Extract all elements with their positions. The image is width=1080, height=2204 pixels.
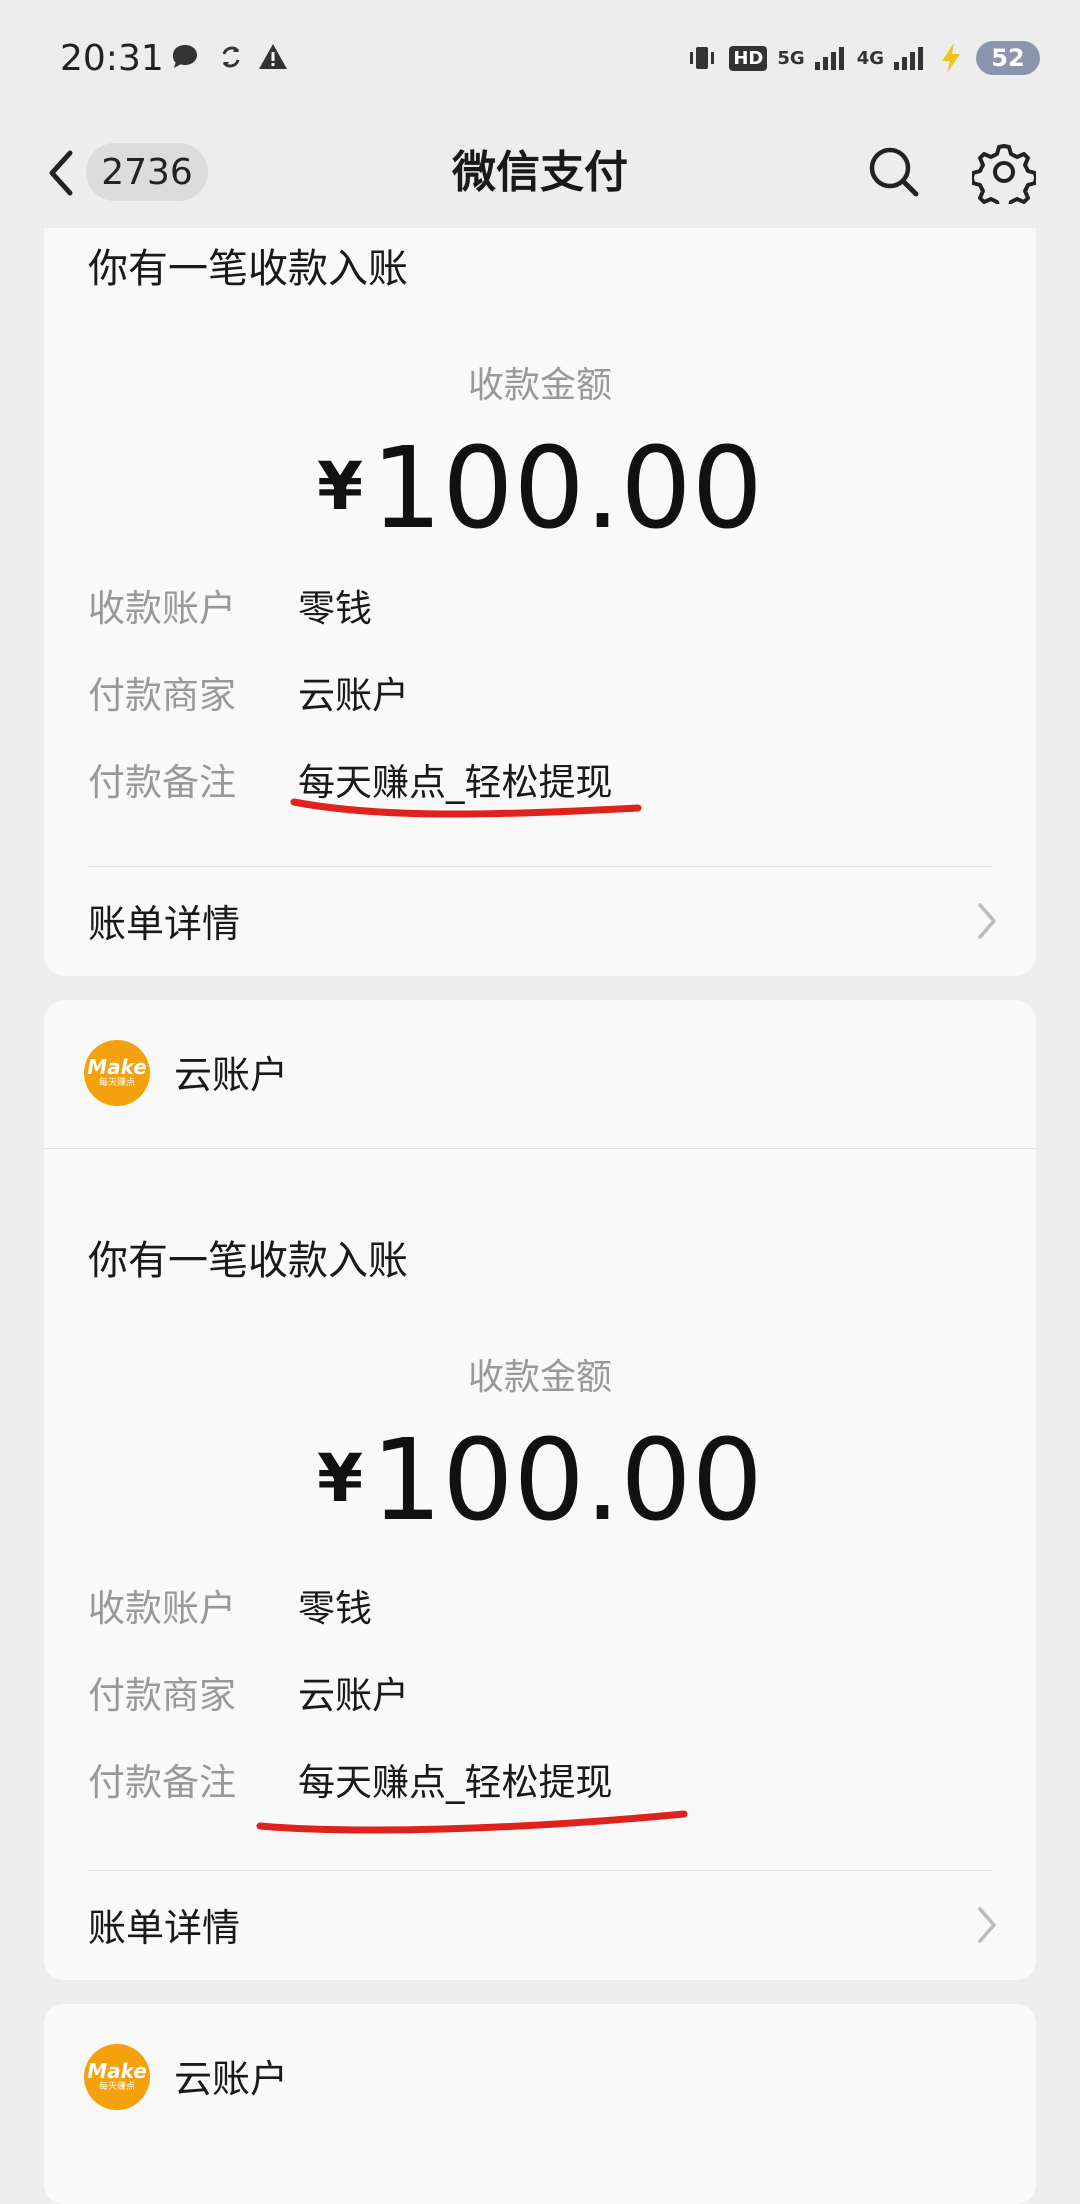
card-title: 你有一笔收款入账 (88, 1238, 408, 1284)
merchant-logo: Make 每天赚点 (84, 1040, 150, 1106)
unread-count-badge[interactable]: 2736 (86, 143, 208, 201)
currency-symbol: ¥ (317, 448, 364, 525)
row-label: 付款备注 (88, 1761, 236, 1804)
nav-bar: 微信支付 2736 (0, 118, 1080, 228)
chevron-right-icon (978, 903, 996, 939)
merchant-logo: Make 每天赚点 (84, 2044, 150, 2110)
network-5g-label: 5G (777, 47, 805, 69)
back-arrow-icon[interactable] (40, 143, 80, 203)
logo-text: Make (87, 1055, 147, 1079)
bill-details-label: 账单详情 (88, 1906, 241, 1950)
merchant-name: 云账户 (174, 1053, 289, 1097)
amount-number: 100.00 (371, 1416, 763, 1546)
charging-bolt-icon (942, 43, 960, 73)
message-bubble-icon (173, 45, 197, 68)
red-underline-annotation (256, 1810, 688, 1834)
row-value: 零钱 (298, 1587, 372, 1630)
signal-bars-icon (814, 47, 844, 70)
row-value: 云账户 (298, 1674, 409, 1717)
row-label: 付款商家 (88, 674, 236, 717)
divider (44, 1148, 1036, 1149)
row-label: 付款商家 (88, 1674, 236, 1717)
row-label: 收款账户 (88, 1587, 236, 1630)
bill-details-label: 账单详情 (88, 902, 241, 946)
payment-card: Make 每天赚点 云账户 你有一笔收款入账 收款金额 ¥100.00 收款账户… (44, 1000, 1036, 1980)
row-value: 零钱 (298, 587, 372, 630)
red-underline-annotation (290, 798, 642, 818)
amount-value: ¥100.00 (44, 1416, 1036, 1546)
battery-level: 52 (976, 41, 1040, 75)
status-indicators: HD 5G 4G 52 (685, 36, 1040, 80)
amount-label: 收款金额 (467, 365, 612, 406)
sync-icon (222, 46, 240, 68)
search-icon[interactable] (866, 144, 922, 200)
merchant-header[interactable]: Make 每天赚点 云账户 (44, 1000, 1036, 1148)
row-label: 收款账户 (88, 587, 236, 630)
gear-icon[interactable] (972, 140, 1036, 204)
row-label: 付款备注 (88, 761, 236, 804)
logo-subtext: 每天赚点 (98, 1078, 135, 1088)
payment-card: Make 每天赚点 云账户 (44, 2004, 1036, 2204)
row-value: 每天赚点_轻松提现 (298, 1761, 613, 1804)
payment-card: 你有一笔收款入账 收款金额 ¥100.00 收款账户 零钱 付款商家 云账户 付… (44, 228, 1036, 976)
amount-number: 100.00 (371, 424, 763, 554)
logo-subtext: 每天赚点 (98, 2082, 135, 2092)
warning-icon (259, 44, 287, 69)
bill-details-row[interactable]: 账单详情 (44, 867, 1036, 976)
signal-bars-icon (894, 47, 923, 70)
currency-symbol: ¥ (317, 1440, 364, 1517)
network-4g-label: 4G (856, 47, 884, 69)
status-bar: 20:31 HD 5G 4G 52 (0, 0, 1080, 118)
merchant-name: 云账户 (174, 2057, 289, 2101)
amount-label: 收款金额 (467, 1357, 612, 1398)
status-time: 20:31 (60, 38, 164, 79)
vibrate-icon (690, 47, 715, 69)
card-title: 你有一笔收款入账 (88, 246, 408, 292)
chevron-right-icon (978, 1907, 996, 1943)
hd-indicator: HD (729, 45, 768, 71)
logo-text: Make (87, 2059, 147, 2083)
row-value: 云账户 (298, 674, 409, 717)
merchant-header[interactable]: Make 每天赚点 云账户 (44, 2004, 1036, 2152)
bill-details-row[interactable]: 账单详情 (44, 1871, 1036, 1980)
amount-value: ¥100.00 (44, 424, 1036, 554)
